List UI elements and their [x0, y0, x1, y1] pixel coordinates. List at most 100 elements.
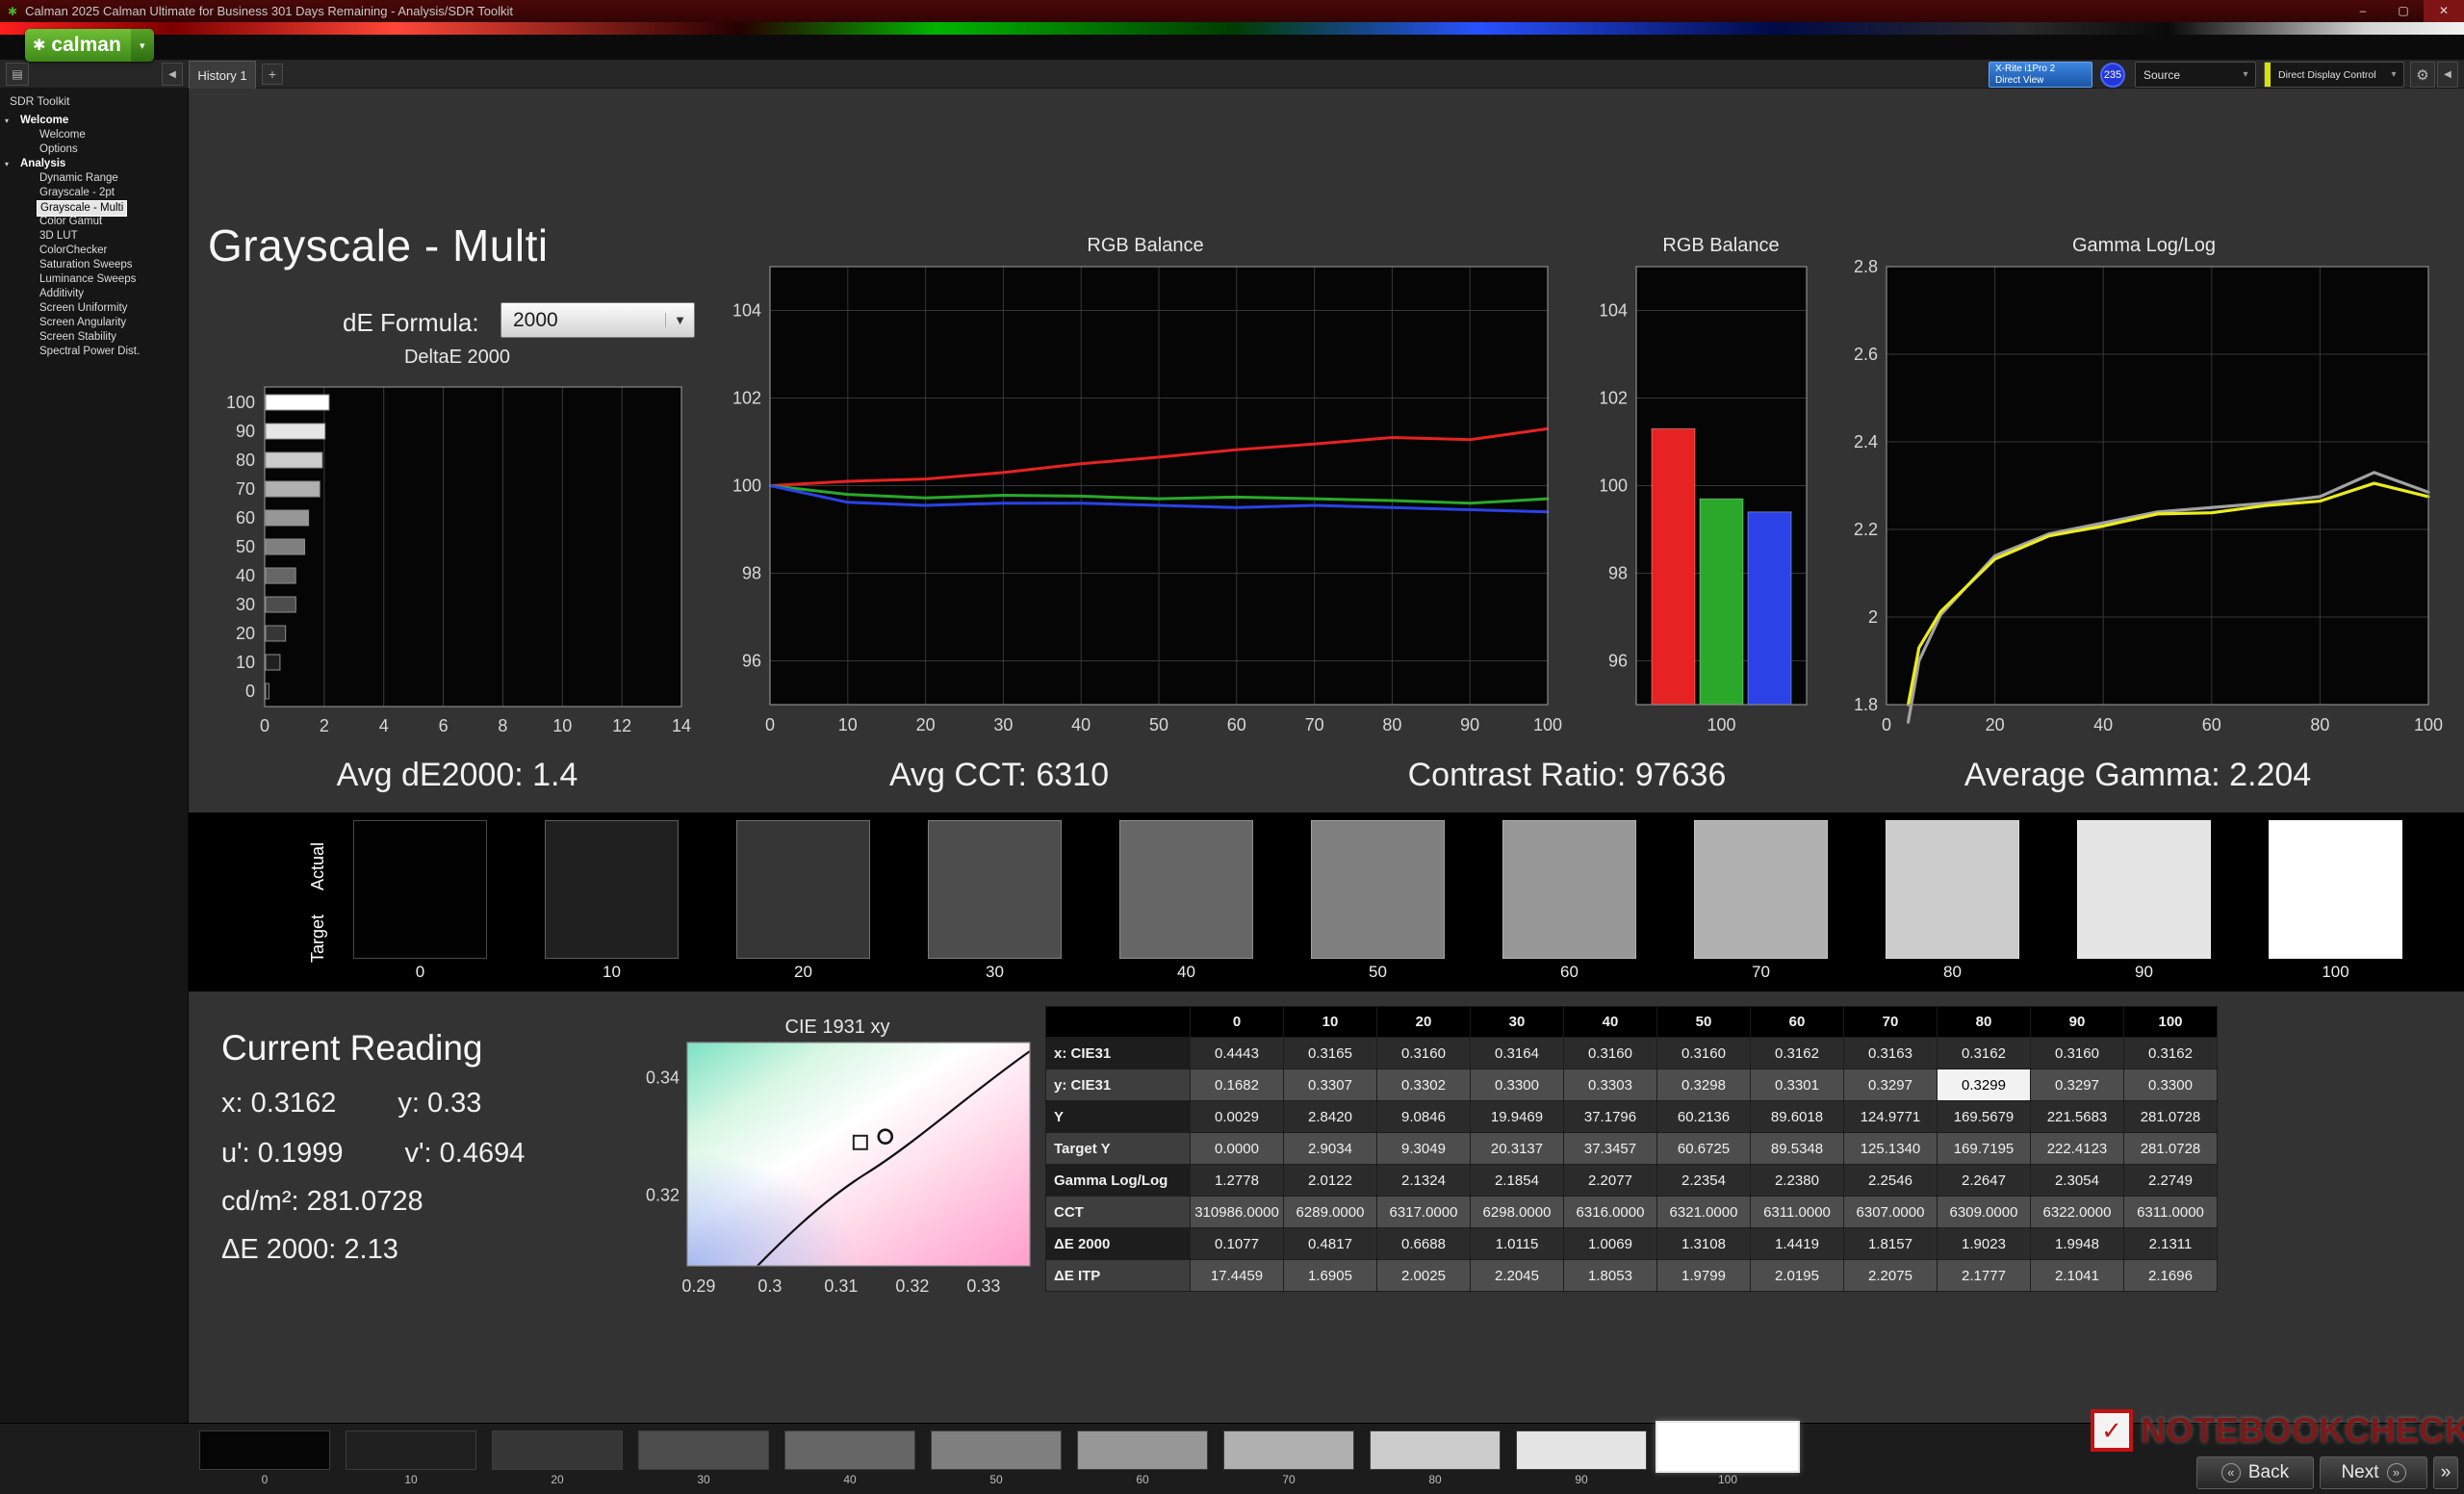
close-button[interactable]: ✕: [2424, 0, 2464, 22]
table-cell[interactable]: 60.2136: [1657, 1101, 1751, 1133]
table-cell[interactable]: 2.9034: [1284, 1133, 1377, 1165]
table-cell[interactable]: 2.1696: [2124, 1260, 2218, 1292]
table-cell[interactable]: 281.0728: [2124, 1101, 2218, 1133]
back-button[interactable]: « Back: [2196, 1456, 2314, 1489]
luminance-badge[interactable]: 235: [2100, 63, 2125, 88]
pattern-button-80[interactable]: [1370, 1430, 1501, 1470]
table-cell[interactable]: 6307.0000: [1844, 1197, 1938, 1228]
table-cell[interactable]: 0.6688: [1377, 1228, 1471, 1260]
table-cell[interactable]: 0.3301: [1751, 1069, 1844, 1101]
table-cell[interactable]: 310986.0000: [1191, 1197, 1284, 1228]
table-cell[interactable]: 2.1777: [1938, 1260, 2031, 1292]
table-cell[interactable]: 0.3297: [1844, 1069, 1938, 1101]
table-cell[interactable]: 0.3298: [1657, 1069, 1751, 1101]
sidebar-item-saturation-sweeps[interactable]: Saturation Sweeps: [0, 258, 189, 272]
table-cell[interactable]: 281.0728: [2124, 1133, 2218, 1165]
table-cell[interactable]: 2.2045: [1471, 1260, 1564, 1292]
meter-button[interactable]: X-Rite i1Pro 2 Direct View: [1989, 62, 2092, 88]
sidebar-item-grayscale-multi[interactable]: Grayscale - Multi: [0, 200, 189, 215]
sidebar-item-luminance-sweeps[interactable]: Luminance Sweeps: [0, 272, 189, 287]
table-cell[interactable]: 0.3300: [2124, 1069, 2218, 1101]
table-cell[interactable]: 0.3160: [2031, 1038, 2124, 1069]
table-cell[interactable]: 2.2354: [1657, 1165, 1751, 1197]
tab-history-1[interactable]: History 1: [189, 61, 256, 89]
pattern-button-100[interactable]: [1656, 1421, 1800, 1473]
pattern-button-90[interactable]: [1516, 1430, 1647, 1470]
table-cell[interactable]: 6321.0000: [1657, 1197, 1751, 1228]
table-cell[interactable]: 0.3165: [1284, 1038, 1377, 1069]
table-cell[interactable]: 2.0025: [1377, 1260, 1471, 1292]
add-tab-button[interactable]: +: [262, 64, 283, 85]
table-cell[interactable]: 0.3160: [1377, 1038, 1471, 1069]
panel-pin-icon[interactable]: ◀: [2437, 62, 2458, 88]
table-cell[interactable]: 0.3302: [1377, 1069, 1471, 1101]
table-cell[interactable]: 17.4459: [1191, 1260, 1284, 1292]
table-cell[interactable]: 6317.0000: [1377, 1197, 1471, 1228]
table-cell[interactable]: 89.6018: [1751, 1101, 1844, 1133]
table-cell[interactable]: 0.3164: [1471, 1038, 1564, 1069]
settings-gear-icon[interactable]: ⚙: [2410, 62, 2435, 88]
table-cell[interactable]: 0.3303: [1564, 1069, 1657, 1101]
tree-expander-icon[interactable]: ▾: [5, 114, 9, 128]
next-button[interactable]: Next »: [2320, 1456, 2427, 1489]
table-cell[interactable]: 9.3049: [1377, 1133, 1471, 1165]
table-cell[interactable]: 2.0122: [1284, 1165, 1377, 1197]
table-cell[interactable]: 0.3162: [2124, 1038, 2218, 1069]
workflow-panel-icon[interactable]: ▤: [6, 63, 29, 86]
table-cell[interactable]: 1.0069: [1564, 1228, 1657, 1260]
sidebar-item-additivity[interactable]: Additivity: [0, 287, 189, 301]
pattern-button-0[interactable]: [199, 1430, 330, 1470]
table-cell[interactable]: 1.9799: [1657, 1260, 1751, 1292]
pattern-button-50[interactable]: [931, 1430, 1062, 1470]
table-cell[interactable]: 0.1682: [1191, 1069, 1284, 1101]
table-cell[interactable]: 6311.0000: [2124, 1197, 2218, 1228]
more-nav-button[interactable]: »: [2433, 1456, 2458, 1489]
pattern-button-70[interactable]: [1223, 1430, 1354, 1470]
pattern-button-10[interactable]: [346, 1430, 476, 1470]
table-cell[interactable]: 2.8420: [1284, 1101, 1377, 1133]
table-cell[interactable]: 6316.0000: [1564, 1197, 1657, 1228]
table-cell[interactable]: 0.4817: [1284, 1228, 1377, 1260]
table-cell[interactable]: 9.0846: [1377, 1101, 1471, 1133]
table-cell[interactable]: 6289.0000: [1284, 1197, 1377, 1228]
table-cell[interactable]: 6309.0000: [1938, 1197, 2031, 1228]
sidebar-collapse-button[interactable]: ◀: [162, 63, 183, 86]
tree-expander-icon[interactable]: ▾: [5, 157, 9, 171]
table-cell[interactable]: 20.3137: [1471, 1133, 1564, 1165]
table-cell[interactable]: 125.1340: [1844, 1133, 1938, 1165]
display-control-dropdown[interactable]: Direct Display Control ▾: [2264, 62, 2404, 88]
table-cell[interactable]: 1.8157: [1844, 1228, 1938, 1260]
table-cell[interactable]: 169.5679: [1938, 1101, 2031, 1133]
sidebar-item-options[interactable]: Options: [0, 142, 189, 157]
table-cell[interactable]: 221.5683: [2031, 1101, 2124, 1133]
sidebar-item-screen-uniformity[interactable]: Screen Uniformity: [0, 301, 189, 316]
table-cell[interactable]: 1.8053: [1564, 1260, 1657, 1292]
table-cell[interactable]: 2.2749: [2124, 1165, 2218, 1197]
sidebar-item-spectral-power-dist[interactable]: Spectral Power Dist.: [0, 345, 189, 359]
table-cell[interactable]: 2.2075: [1844, 1260, 1938, 1292]
table-cell[interactable]: 2.0195: [1751, 1260, 1844, 1292]
table-cell[interactable]: 2.1311: [2124, 1228, 2218, 1260]
table-cell[interactable]: 2.2647: [1938, 1165, 2031, 1197]
table-cell[interactable]: 222.4123: [2031, 1133, 2124, 1165]
table-cell[interactable]: 0.3160: [1657, 1038, 1751, 1069]
table-cell[interactable]: 37.1796: [1564, 1101, 1657, 1133]
table-cell[interactable]: 0.3297: [2031, 1069, 2124, 1101]
table-cell[interactable]: 0.0000: [1191, 1133, 1284, 1165]
calman-logo-menu[interactable]: ✱ calman ▾: [25, 29, 154, 62]
table-cell[interactable]: 1.4419: [1751, 1228, 1844, 1260]
sidebar-item-welcome[interactable]: ▾Welcome: [0, 114, 189, 128]
pattern-button-30[interactable]: [638, 1430, 769, 1470]
table-cell[interactable]: 1.3108: [1657, 1228, 1751, 1260]
de-formula-dropdown[interactable]: 2000 ▼: [500, 302, 695, 338]
sidebar-item-screen-stability[interactable]: Screen Stability: [0, 330, 189, 345]
table-cell[interactable]: 6311.0000: [1751, 1197, 1844, 1228]
sidebar-item-grayscale-2pt[interactable]: Grayscale - 2pt: [0, 186, 189, 200]
sidebar-item-analysis[interactable]: ▾Analysis: [0, 157, 189, 171]
table-cell[interactable]: 1.2778: [1191, 1165, 1284, 1197]
table-cell[interactable]: 1.9023: [1938, 1228, 2031, 1260]
minimize-button[interactable]: –: [2343, 0, 2383, 22]
table-cell[interactable]: 6298.0000: [1471, 1197, 1564, 1228]
table-cell[interactable]: 0.3162: [1751, 1038, 1844, 1069]
table-cell[interactable]: 2.1854: [1471, 1165, 1564, 1197]
